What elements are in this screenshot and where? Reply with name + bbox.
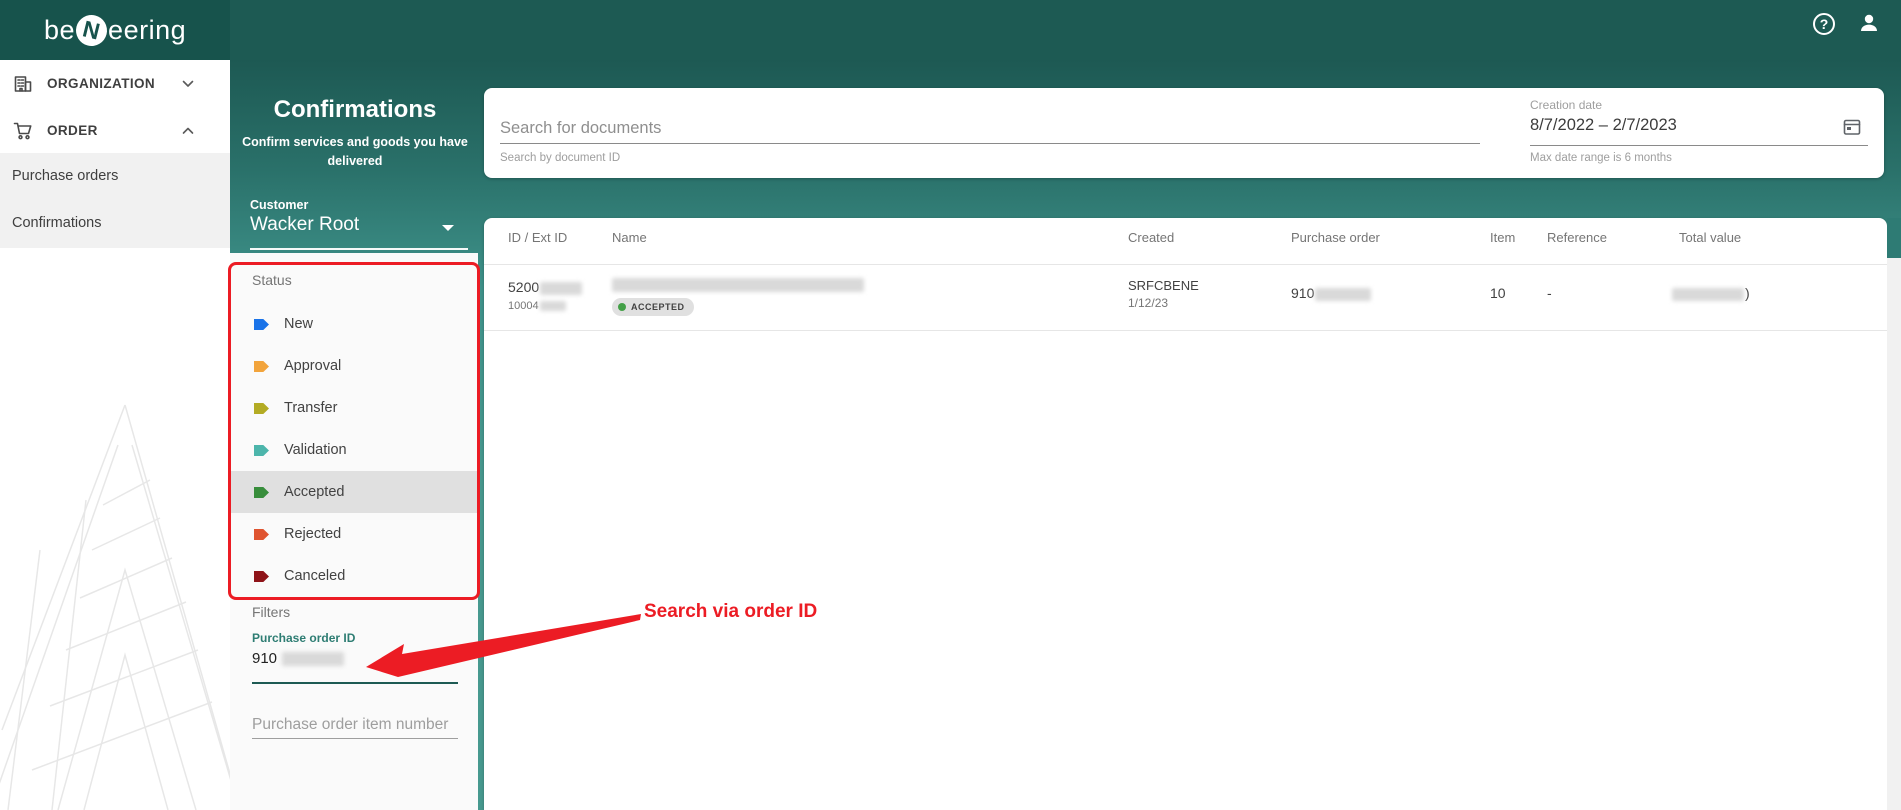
chevron-down-icon — [182, 80, 194, 87]
row-purchase-order: 910 — [1291, 285, 1372, 301]
row-ext-id: 10004 — [508, 300, 566, 312]
logo-n-icon: N — [72, 11, 111, 49]
status-section-label: Status — [252, 272, 292, 288]
creation-date-hint: Max date range is 6 months — [1530, 152, 1672, 164]
row-id: 5200 — [508, 279, 583, 295]
filters-section-label: Filters — [252, 604, 291, 620]
row-name-redacted — [612, 278, 864, 292]
column-header-created: Created — [1128, 230, 1175, 245]
sidebar: ORGANIZATION ORDER Purchase orders Confi… — [0, 60, 230, 810]
status-tag-icon — [254, 403, 269, 414]
clear-input-icon[interactable]: ✕ — [440, 649, 453, 667]
row-item: 10 — [1490, 285, 1506, 301]
creation-date-value[interactable]: 8/7/2022 – 2/7/2023 — [1530, 116, 1677, 135]
sidebar-item-label: ORGANIZATION — [47, 76, 156, 91]
search-hint: Search by document ID — [500, 152, 621, 164]
status-tag-icon — [254, 361, 269, 372]
column-header-total-value: Total value — [1679, 230, 1742, 245]
dropdown-caret-icon — [442, 225, 454, 231]
app-root: be Neering ? ORGANIZATION ORDER Purchase… — [0, 0, 1901, 810]
logo-text-suffix: eering — [108, 14, 187, 45]
row-created-date: 1/12/23 — [1128, 296, 1169, 310]
sidebar-item-confirmations[interactable]: Confirmations — [0, 200, 230, 247]
customer-dropdown[interactable]: Wacker Root — [250, 214, 468, 250]
user-button[interactable] — [1857, 11, 1881, 35]
column-header-name: Name — [612, 230, 647, 245]
accepted-dot-icon — [618, 303, 626, 311]
column-header-reference: Reference — [1547, 230, 1607, 245]
organization-icon — [14, 76, 32, 92]
redacted-value — [282, 652, 344, 666]
customer-label: Customer — [250, 198, 309, 212]
status-filter-transfer[interactable]: Transfer — [230, 387, 478, 429]
user-icon — [1861, 14, 1877, 31]
scrollbar-track[interactable] — [1887, 218, 1901, 810]
logo-text-prefix: be — [44, 14, 76, 45]
row-divider — [484, 330, 1887, 331]
page-subtitle: Confirm services and goods you have deli… — [242, 135, 468, 168]
search-input[interactable] — [500, 114, 1480, 144]
row-total-value: ) — [1672, 285, 1750, 301]
customer-underline — [250, 248, 468, 250]
creation-date-label: Creation date — [1530, 98, 1603, 112]
input-underline — [252, 682, 458, 684]
column-header-id: ID / Ext ID — [508, 230, 568, 245]
row-created: SRFCBENE — [1128, 278, 1199, 293]
building-wireframe-decoration — [0, 404, 230, 810]
status-filter-new[interactable]: New — [230, 303, 478, 345]
purchase-order-item-input[interactable] — [252, 711, 458, 739]
creation-date-field: Creation date 8/7/2022 – 2/7/2023 Max da… — [1530, 88, 1868, 178]
status-tag-icon — [254, 445, 269, 456]
sidebar-item-label: ORDER — [47, 123, 98, 138]
status-filter-rejected[interactable]: Rejected — [230, 513, 478, 555]
status-filter-accepted[interactable]: Accepted — [230, 471, 478, 513]
date-underline — [1530, 145, 1868, 146]
status-tag-icon — [254, 529, 269, 540]
column-header-item: Item — [1490, 230, 1516, 245]
status-filter-canceled[interactable]: Canceled — [230, 555, 478, 597]
status-tag-icon — [254, 319, 269, 330]
status-badge: ACCEPTED — [612, 298, 694, 316]
beneering-logo: be Neering — [44, 11, 187, 49]
sidebar-item-purchase-orders[interactable]: Purchase orders — [0, 153, 230, 200]
topbar: be Neering ? — [0, 0, 1901, 60]
row-reference: - — [1547, 285, 1552, 301]
page-title: Confirmations — [273, 96, 437, 123]
cart-icon — [13, 122, 32, 140]
search-card: Search by document ID Creation date 8/7/… — [484, 88, 1884, 178]
purchase-order-id-value: 910 — [252, 650, 278, 667]
purchase-order-id-label: Purchase order ID — [252, 631, 356, 645]
filter-panel: Status New Approval Transfer Validation … — [230, 253, 478, 810]
order-submenu: Purchase orders Confirmations — [0, 153, 230, 248]
sidebar-item-organization[interactable]: ORGANIZATION — [0, 60, 230, 107]
scrollbar-thumb[interactable] — [1887, 218, 1901, 258]
chevron-up-icon — [182, 127, 194, 134]
status-tag-icon — [254, 571, 269, 582]
status-filter-validation[interactable]: Validation — [230, 429, 478, 471]
calendar-icon[interactable] — [1843, 118, 1861, 136]
sidebar-item-order[interactable]: ORDER — [0, 107, 230, 154]
help-icon: ? — [1813, 13, 1835, 35]
status-tag-icon — [254, 487, 269, 498]
status-filter-approval[interactable]: Approval — [230, 345, 478, 387]
column-header-purchase-order: Purchase order — [1291, 230, 1380, 245]
confirmations-table: ID / Ext ID Name Created Purchase order … — [484, 218, 1887, 810]
table-row[interactable]: 5200 10004 ACCEPTED SRFCBENE 1/12/23 910… — [484, 265, 1887, 331]
help-button[interactable]: ? — [1813, 13, 1837, 37]
customer-value: Wacker Root — [250, 214, 360, 235]
purchase-order-id-input[interactable]: 910 — [252, 647, 458, 677]
